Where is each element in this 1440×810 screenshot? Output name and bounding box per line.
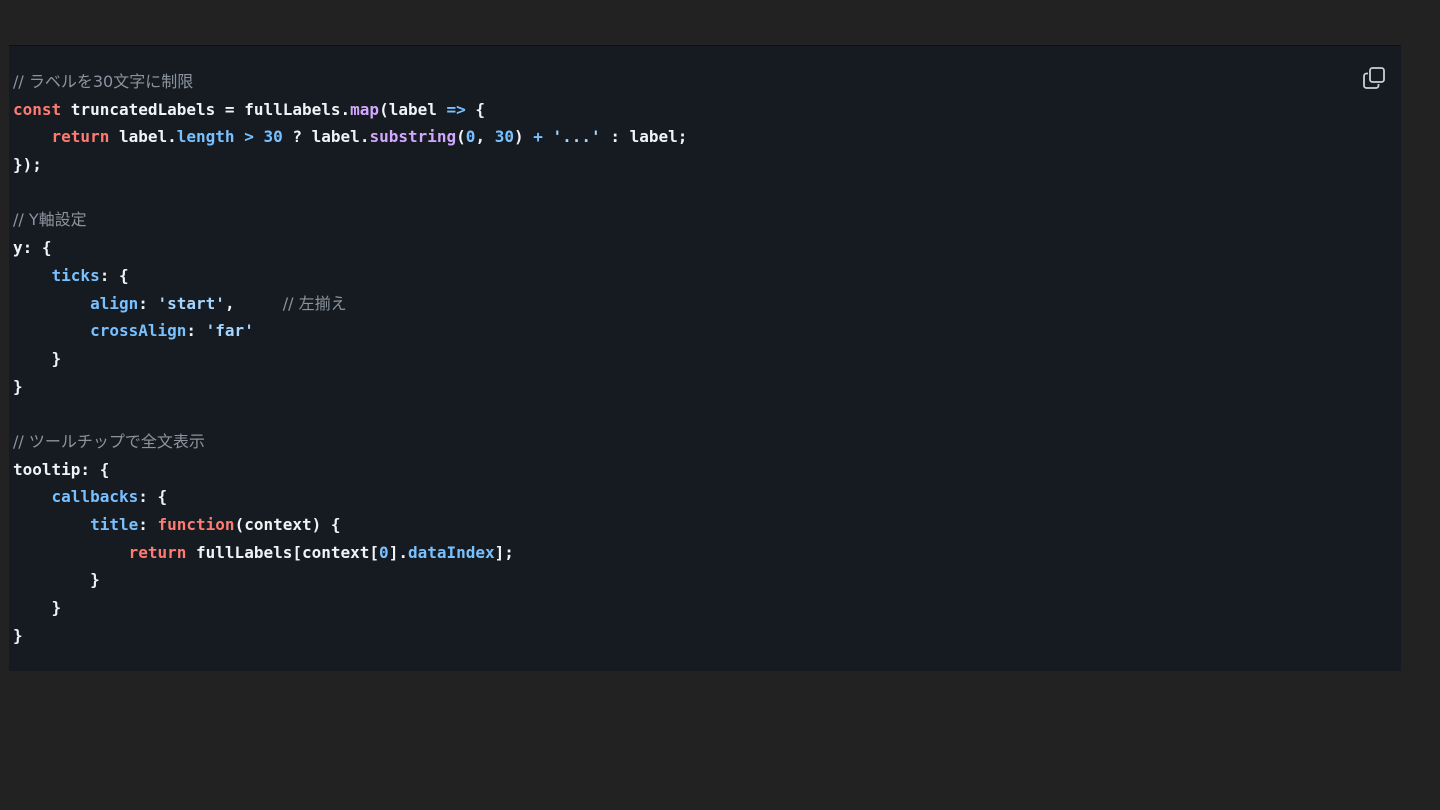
code-token: ]. xyxy=(388,542,408,562)
page: // ラベルを30文字に制限 const truncatedLabels = fu… xyxy=(0,0,1440,810)
code-token: fullLabels[context[ xyxy=(186,542,380,562)
code-token: (label xyxy=(379,99,447,119)
code-line: y: { xyxy=(13,234,687,262)
code-token: } xyxy=(13,348,62,368)
code-line: align: 'start', // 左揃え xyxy=(13,290,687,318)
code-token: map xyxy=(350,99,380,119)
code-line: const truncatedLabels = fullLabels.map(l… xyxy=(13,96,687,124)
code-token: ? label. xyxy=(282,127,370,147)
code-token: , xyxy=(224,293,283,313)
code-line: callbacks: { xyxy=(13,483,687,511)
code-content: // ラベルを30文字に制限 const truncatedLabels = fu… xyxy=(13,68,687,649)
code-token: 0 xyxy=(465,127,476,147)
code-token: ) xyxy=(513,127,534,147)
code-line: } xyxy=(13,594,687,622)
code-token: 30 xyxy=(494,127,514,147)
code-line: } xyxy=(13,373,687,401)
code-token: label. xyxy=(109,127,177,147)
code-token: ( xyxy=(456,127,466,147)
code-token: '...' xyxy=(552,127,601,147)
code-token: ]; xyxy=(494,542,514,562)
code-token: length xyxy=(176,127,235,147)
code-token: }); xyxy=(13,155,42,175)
code-token: : xyxy=(138,515,158,534)
code-token: , xyxy=(475,127,495,147)
code-line: // Y軸設定 xyxy=(13,206,687,234)
code-token: } xyxy=(13,570,100,590)
code-token: title xyxy=(90,515,139,534)
copy-icon xyxy=(1363,67,1385,89)
code-token: 'far' xyxy=(205,321,254,341)
copy-button[interactable] xyxy=(1361,65,1387,91)
code-token: const xyxy=(13,99,62,119)
code-line: tooltip: { xyxy=(13,456,687,484)
code-token: 'start' xyxy=(157,293,225,313)
code-token: crossAlign xyxy=(90,321,187,341)
code-token: function xyxy=(157,515,235,534)
code-token: tooltip: { xyxy=(13,459,110,479)
code-block: // ラベルを30文字に制限 const truncatedLabels = fu… xyxy=(9,45,1401,671)
code-token: y: { xyxy=(13,238,52,258)
code-line: return fullLabels[context[0].dataIndex]; xyxy=(13,539,687,567)
code-comment: // Y軸設定 xyxy=(13,210,87,230)
code-line: title: function(context) { xyxy=(13,511,687,539)
code-token: (context) { xyxy=(234,515,341,534)
code-token: > xyxy=(244,127,254,147)
code-token: : xyxy=(186,321,206,341)
code-line: // ツールチップで全文表示 xyxy=(13,428,687,456)
code-token: } xyxy=(13,376,23,396)
code-line: } xyxy=(13,622,687,650)
code-token: align xyxy=(90,293,139,313)
code-token: { xyxy=(465,99,486,119)
code-line: crossAlign: 'far' xyxy=(13,317,687,345)
code-token: => xyxy=(446,99,466,119)
code-token: } xyxy=(13,598,62,618)
code-line: ticks: { xyxy=(13,262,687,290)
code-token: } xyxy=(13,625,23,645)
code-token: + xyxy=(533,127,543,147)
code-comment: // ツールチップで全文表示 xyxy=(13,431,205,451)
code-token: ticks xyxy=(51,265,100,285)
code-token: 0 xyxy=(379,542,389,562)
code-comment: // ラベルを30文字に制限 xyxy=(13,72,194,91)
code-token: dataIndex xyxy=(407,542,495,562)
code-token: return xyxy=(128,542,187,562)
code-line: // ラベルを30文字に制限 xyxy=(13,68,687,96)
code-token: 30 xyxy=(263,127,283,147)
code-line: }); xyxy=(13,151,687,179)
code-token: substring xyxy=(369,127,457,147)
code-token: : { xyxy=(99,265,129,285)
code-token: : label; xyxy=(600,127,688,147)
code-token: return xyxy=(51,127,110,147)
code-line: } xyxy=(13,566,687,594)
code-line: return label.length > 30 ? label.substri… xyxy=(13,123,688,151)
code-token: : { xyxy=(138,487,168,507)
code-token: : xyxy=(138,293,158,313)
code-token: truncatedLabels = fullLabels. xyxy=(61,99,351,119)
code-comment: // 左揃え xyxy=(282,293,347,313)
code-token: callbacks xyxy=(51,487,139,507)
code-line: } xyxy=(13,345,687,373)
